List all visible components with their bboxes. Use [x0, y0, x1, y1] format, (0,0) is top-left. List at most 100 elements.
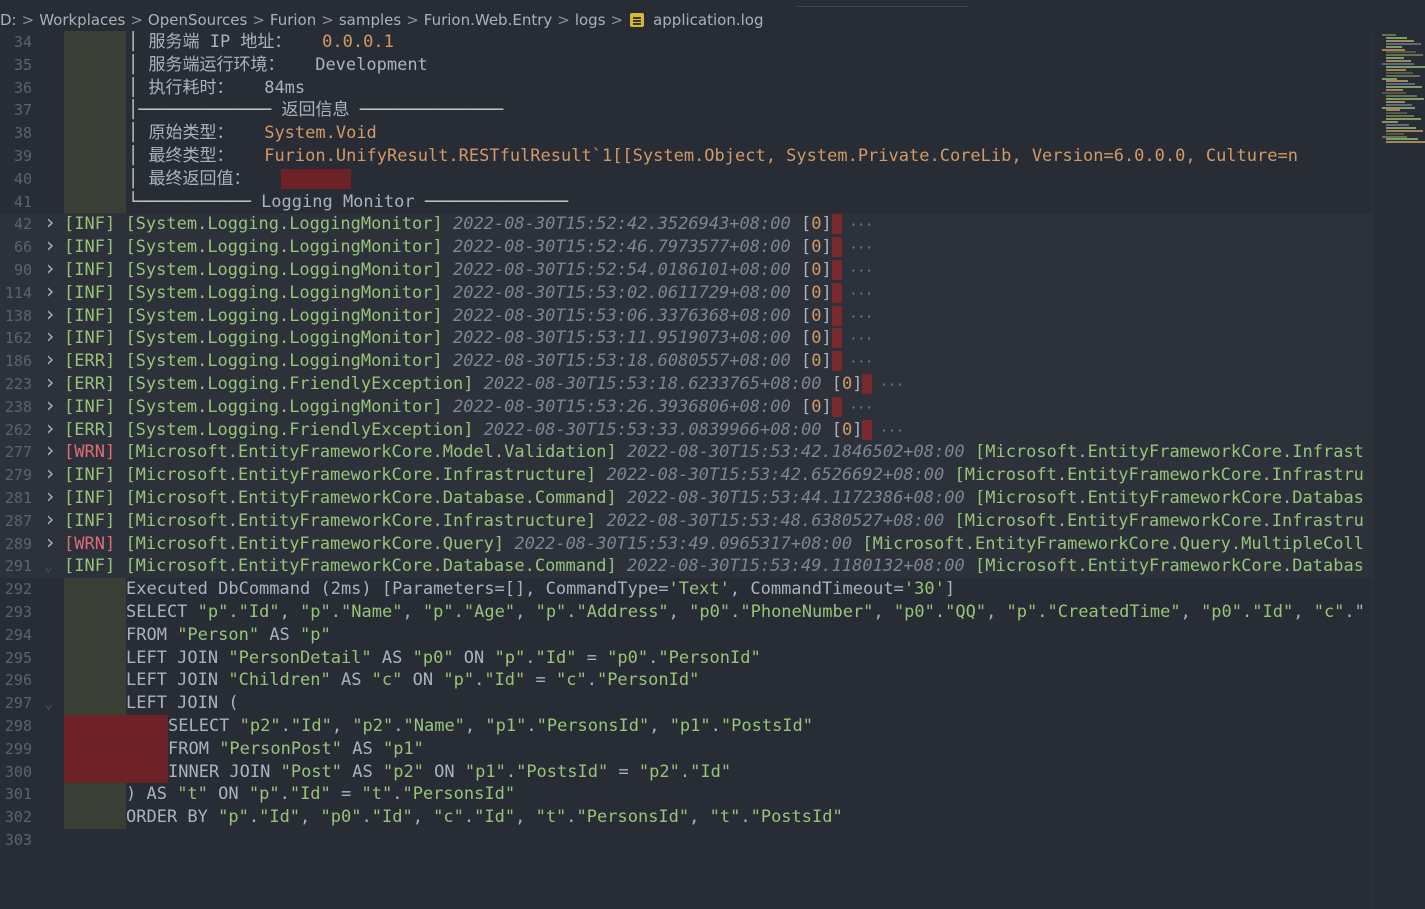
sql-literal: "PersonsId": [576, 807, 690, 828]
sql-token: ,: [986, 602, 1007, 622]
event-id-number: 0: [811, 282, 822, 303]
sql-literal: "p": [422, 602, 454, 622]
breadcrumb-segment[interactable]: logs: [575, 11, 606, 29]
sql-token: , CommandTimeout=: [729, 579, 904, 600]
ellipsis-icon[interactable]: ···: [842, 218, 874, 233]
event-id-number: 0: [811, 237, 822, 258]
breadcrumb-path[interactable]: D: > Workplaces > OpenSources > Furion > samples…: [0, 11, 628, 29]
breadcrumb-segment[interactable]: Workplaces: [39, 11, 125, 29]
log-level: [INF]: [64, 237, 116, 258]
log-entry[interactable]: [WRN] [Microsoft.EntityFrameworkCore.Mod…: [64, 441, 1364, 464]
vertical-scrollbar[interactable]: [1372, 31, 1425, 909]
log-entry[interactable]: [INF] [Microsoft.EntityFrameworkCore.Dat…: [64, 555, 1364, 578]
fold-chevron-icon[interactable]: ›: [44, 371, 56, 394]
ellipsis-icon[interactable]: ···: [842, 264, 874, 279]
code-line: 294 FROM "Person" AS "p": [0, 623, 1372, 647]
ellipsis-icon[interactable]: ···: [842, 310, 874, 325]
sql-token: ,: [1180, 602, 1202, 622]
log-entry[interactable]: [INF] [System.Logging.LoggingMonitor] 20…: [64, 327, 873, 352]
log-entry[interactable]: [INF] [Microsoft.EntityFrameworkCore.Dat…: [64, 487, 1364, 510]
ellipsis-icon[interactable]: ···: [842, 287, 874, 302]
fold-chevron-icon[interactable]: ›: [44, 530, 56, 554]
breadcrumb-segment[interactable]: Furion.Web.Entry: [424, 11, 552, 29]
editor-area[interactable]: 34 │ 服务端 IP 地址： 0.0.0.1 35 │ 服务端运行环境： Devel…: [0, 31, 1372, 909]
fold-chevron-icon[interactable]: ›: [44, 325, 56, 348]
sql-token: .: [679, 761, 691, 782]
log-entry[interactable]: [INF] [System.Logging.LoggingMonitor] 20…: [64, 213, 873, 238]
sql-token: =: [525, 670, 556, 691]
line-number: 295: [4, 648, 32, 667]
log-entry[interactable]: [INF] [System.Logging.LoggingMonitor] 20…: [64, 259, 873, 284]
ellipsis-icon[interactable]: ···: [842, 332, 874, 347]
code-line: 223 › [ERR] [System.Logging.FriendlyExcept…: [0, 371, 1372, 398]
minimap-line: [1386, 71, 1413, 74]
ellipsis-icon[interactable]: ···: [842, 355, 874, 370]
fold-chevron-icon[interactable]: ›: [44, 348, 56, 371]
line-number: 301: [4, 785, 32, 804]
minimap-line: [1386, 126, 1416, 129]
breadcrumb-segment[interactable]: Furion: [270, 11, 316, 29]
fold-chevron-icon[interactable]: ›: [44, 439, 56, 462]
log-entry[interactable]: [INF] [Microsoft.EntityFrameworkCore.Inf…: [64, 464, 1364, 487]
minimap-line: [1386, 112, 1407, 115]
code-line: 297 ⌄ LEFT JOIN (: [0, 692, 1372, 715]
breadcrumb-separator: >: [21, 11, 35, 29]
breadcrumb-segment[interactable]: samples: [339, 11, 401, 29]
fold-chevron-icon[interactable]: ›: [44, 485, 56, 508]
log-entry[interactable]: [ERR] [System.Logging.LoggingMonitor] 20…: [64, 350, 873, 375]
breadcrumb-file[interactable]: application.log: [653, 11, 763, 29]
log-entry[interactable]: [INF] [Microsoft.EntityFrameworkCore.Inf…: [64, 510, 1364, 533]
ellipsis-icon[interactable]: ···: [872, 424, 904, 439]
code-line: 289 › [WRN] [Microsoft.EntityFrameworkCore…: [0, 530, 1372, 556]
fold-chevron-icon[interactable]: ›: [44, 416, 56, 440]
code-line: 296 LEFT JOIN "Children" AS "c" ON "p"."I…: [0, 669, 1372, 693]
fold-chevron-icon[interactable]: ›: [44, 211, 56, 234]
log-entry[interactable]: [INF] [System.Logging.LoggingMonitor] 20…: [64, 282, 873, 307]
box-line: │ 服务端 IP 地址： 0.0.0.1: [128, 31, 394, 54]
log-event-id: [0]: [800, 214, 832, 235]
minimap[interactable]: [1382, 34, 1425, 146]
line-number: 37: [13, 101, 32, 120]
fold-chevron-icon[interactable]: ›: [44, 279, 56, 303]
fold-chevron-icon[interactable]: ›: [44, 507, 56, 531]
breadcrumb-segment[interactable]: D:: [0, 11, 17, 29]
log-level: [INF]: [64, 396, 116, 417]
log-entry[interactable]: [WRN] [Microsoft.EntityFrameworkCore.Que…: [64, 533, 1364, 556]
fold-chevron-icon[interactable]: ›: [44, 234, 56, 257]
sql-token: .: [279, 784, 290, 805]
fold-open-icon[interactable]: ⌄: [44, 692, 53, 715]
fold-chevron-icon[interactable]: ›: [44, 462, 56, 485]
code-line: 36 │ 执行耗时： 84ms: [0, 76, 1372, 100]
event-id-number: 0: [841, 419, 853, 440]
ellipsis-icon[interactable]: ···: [872, 378, 904, 393]
log-timestamp: 2022-08-30T15:53:33.0839966+08:00: [483, 419, 822, 440]
box-border: │: [128, 123, 149, 144]
sql-token: .: [566, 807, 577, 828]
fold-open-icon[interactable]: ⌄: [44, 555, 53, 578]
sql-literal: "p0": [689, 602, 731, 622]
log-entry[interactable]: [ERR] [System.Logging.FriendlyException]…: [64, 419, 904, 444]
log-entry[interactable]: [INF] [System.Logging.LoggingMonitor] 20…: [64, 305, 873, 330]
ellipsis-icon[interactable]: ···: [842, 401, 874, 416]
sql-token: ON: [207, 784, 249, 805]
log-event-id: [0]: [831, 419, 863, 440]
log-entry[interactable]: [INF] [System.Logging.LoggingMonitor] 20…: [64, 236, 873, 261]
fold-chevron-icon[interactable]: ›: [44, 257, 56, 280]
fold-chevron-icon[interactable]: ›: [44, 302, 56, 326]
sql-literal: "PersonsId": [402, 784, 516, 805]
log-event-id: [0]: [800, 396, 832, 417]
line-number: 186: [4, 352, 32, 371]
breadcrumb-separator: >: [406, 11, 419, 29]
fold-chevron-icon[interactable]: ›: [44, 393, 56, 417]
ellipsis-icon[interactable]: ···: [842, 241, 874, 256]
log-timestamp: 2022-08-30T15:53:44.1172386+08:00: [626, 488, 965, 508]
sql-literal: "p": [197, 602, 229, 622]
box-line: │ 原始类型： System.Void: [128, 122, 377, 145]
sql-literal: "PersonsId": [536, 716, 650, 736]
log-entry[interactable]: [INF] [System.Logging.LoggingMonitor] 20…: [64, 396, 873, 421]
log-entry[interactable]: [ERR] [System.Logging.FriendlyException]…: [64, 373, 904, 398]
code-line: 39 │ 最终类型： Furion.UnifyResult.RESTfulResu…: [0, 145, 1372, 168]
breadcrumb-segment[interactable]: OpenSources: [148, 11, 247, 29]
